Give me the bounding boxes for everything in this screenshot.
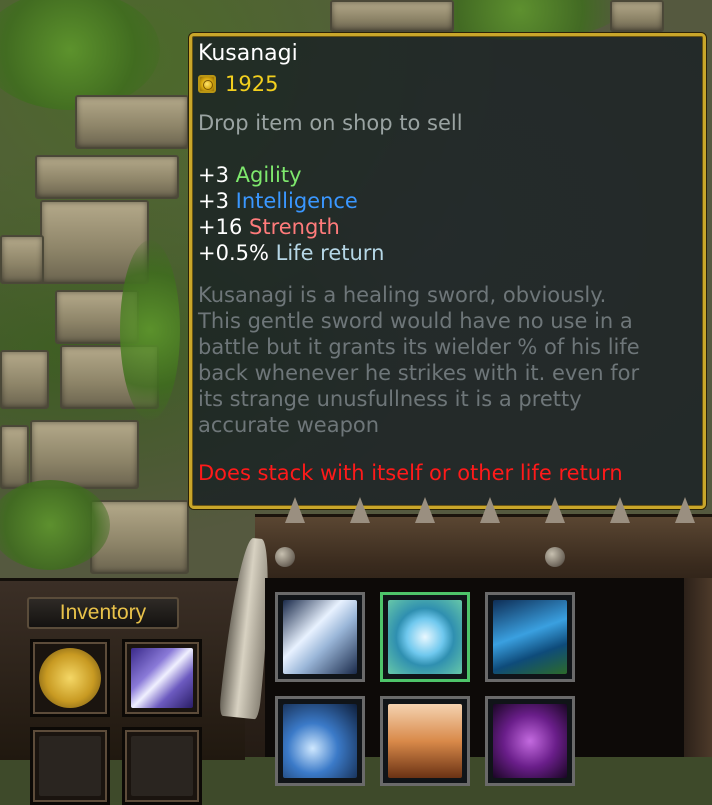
stat-name: Agility [235, 163, 302, 187]
spike-ornament [285, 497, 305, 523]
item-name: Kusanagi [198, 41, 298, 66]
stat-value: +16 [198, 215, 243, 239]
moss-patch [120, 240, 180, 420]
hud-console: Inventory [0, 497, 712, 805]
stone-tile [610, 0, 664, 32]
gold-medallion-icon [39, 648, 101, 708]
inventory-slot-2[interactable] [122, 639, 202, 717]
stone-tile [75, 95, 189, 149]
empty-slot-icon [131, 736, 193, 796]
item-cost-value: 1925 [225, 72, 279, 96]
spike-ornament [350, 497, 370, 523]
stat-name: Intelligence [235, 189, 358, 213]
gold-coin-icon [198, 75, 216, 93]
inventory-slot-4[interactable] [122, 727, 202, 805]
spike-ornament [545, 497, 565, 523]
moss-patch [0, 0, 160, 110]
item-tooltip: Kusanagi 1925 Drop item on shop to sell … [189, 33, 706, 509]
stat-strength: +16 Strength [198, 214, 703, 240]
blue-swirl-icon [283, 704, 357, 778]
rivet [545, 547, 565, 567]
sell-hint: Drop item on shop to sell [198, 111, 463, 135]
stat-name: Strength [249, 215, 340, 239]
spike-ornament [480, 497, 500, 523]
stat-value: +3 [198, 163, 229, 187]
fire-hammer-icon [388, 704, 462, 778]
spike-ornament [610, 497, 630, 523]
command-card [265, 578, 712, 786]
item-warning: Does stack with itself or other life ret… [198, 461, 623, 485]
stat-value: +3 [198, 189, 229, 213]
blue-crest-icon [493, 600, 567, 674]
stat-value: +0.5% [198, 241, 269, 265]
stone-tile [330, 0, 454, 32]
item-stats: +3 Agility +3 Intelligence +16 Strength … [198, 162, 703, 266]
empty-slot-icon [39, 736, 101, 796]
rivet [275, 547, 295, 567]
stat-life-return: +0.5% Life return [198, 240, 703, 266]
stone-tile [0, 235, 44, 284]
stat-intelligence: +3 Intelligence [198, 188, 703, 214]
purple-orb-icon [493, 704, 567, 778]
stat-name: Life return [275, 241, 385, 265]
stone-tile [0, 425, 29, 489]
item-description: Kusanagi is a healing sword, obviously. … [198, 283, 640, 437]
crystal-sword-icon [131, 648, 193, 708]
spike-ornament [675, 497, 695, 523]
stat-agility: +3 Agility [198, 162, 703, 188]
command-button-3[interactable] [485, 592, 575, 682]
ice-ring-icon [388, 600, 462, 674]
stone-tile [30, 420, 139, 489]
stone-tile [35, 155, 179, 199]
command-button-6[interactable] [485, 696, 575, 786]
inventory-panel: Inventory [0, 578, 245, 805]
inventory-slot-3[interactable] [30, 727, 110, 805]
spike-ornament [415, 497, 435, 523]
command-button-5[interactable] [380, 696, 470, 786]
command-button-1[interactable] [275, 592, 365, 682]
inventory-title: Inventory [27, 597, 179, 629]
command-button-2[interactable] [380, 592, 470, 682]
inventory-slot-1[interactable] [30, 639, 110, 717]
stone-tile [0, 350, 49, 409]
command-button-4[interactable] [275, 696, 365, 786]
hud-right-frame [684, 578, 712, 757]
white-blade-icon [283, 600, 357, 674]
item-cost: 1925 [198, 70, 703, 98]
